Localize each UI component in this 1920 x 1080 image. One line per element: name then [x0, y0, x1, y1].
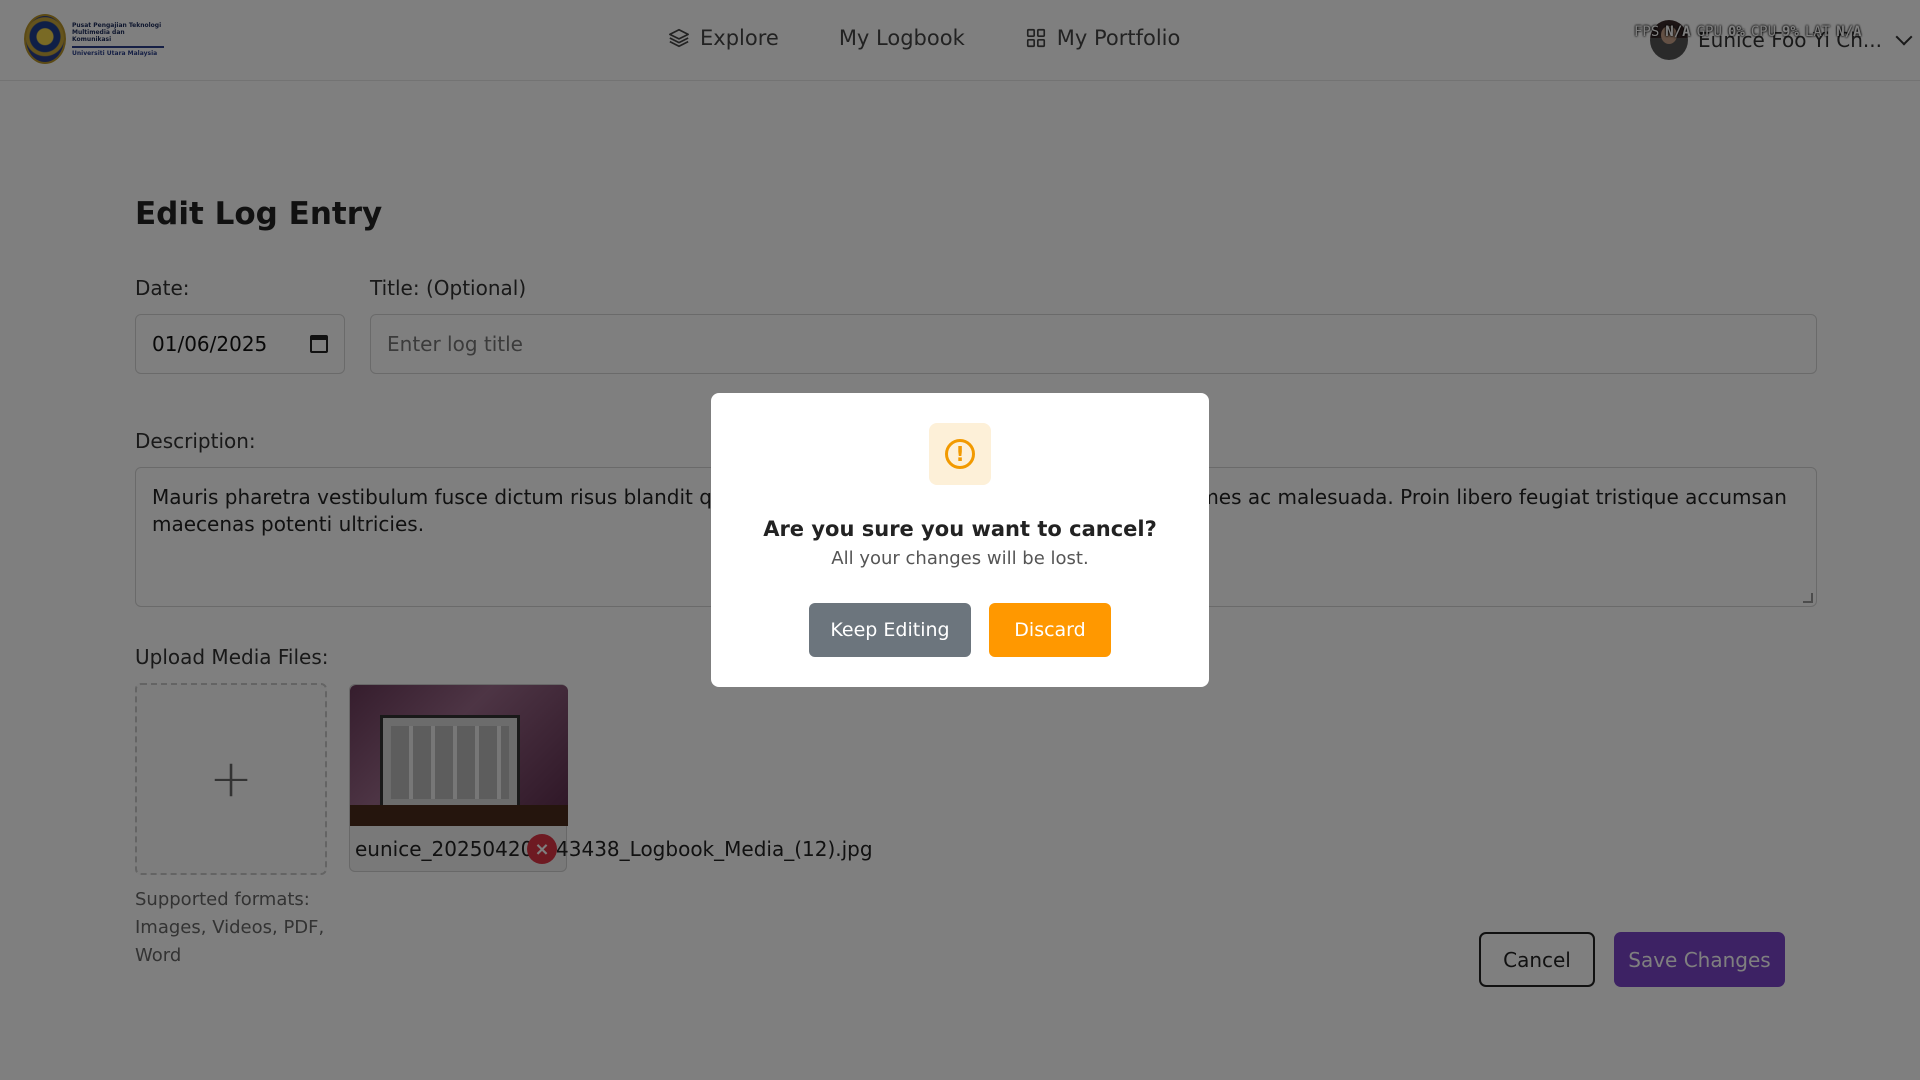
- warning-icon-container: !: [929, 423, 991, 485]
- dialog-title: Are you sure you want to cancel?: [763, 517, 1157, 541]
- discard-button[interactable]: Discard: [989, 603, 1111, 657]
- cancel-confirm-dialog: ! Are you sure you want to cancel? All y…: [711, 393, 1209, 687]
- dialog-subtitle: All your changes will be lost.: [831, 548, 1089, 569]
- exclamation-circle-icon: !: [945, 439, 975, 469]
- keep-editing-button[interactable]: Keep Editing: [809, 603, 971, 657]
